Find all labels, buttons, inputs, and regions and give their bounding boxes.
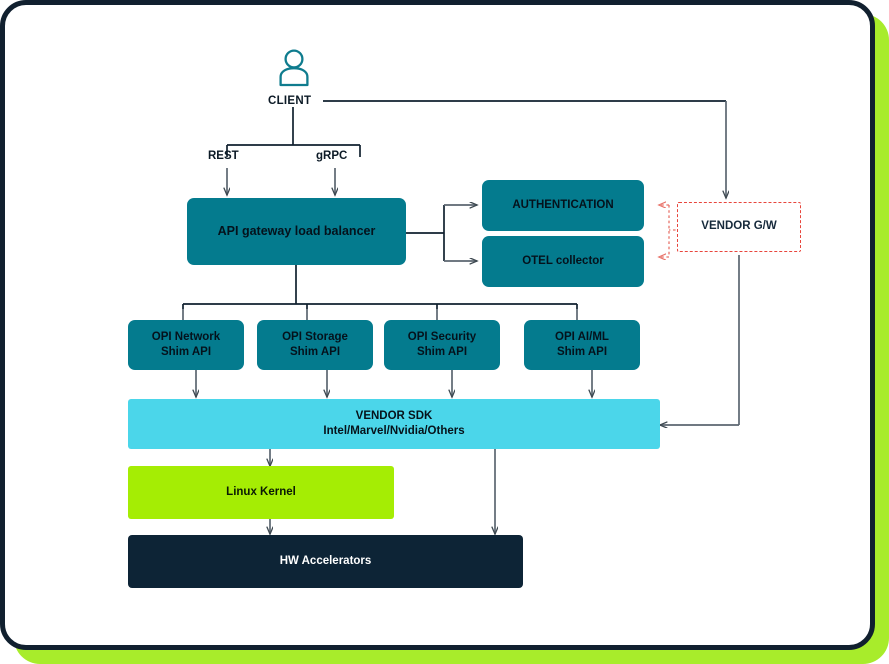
- diagram-canvas: CLIENT REST gRPC API gateway load balanc…: [5, 5, 880, 655]
- api-gateway-load-balancer-node[interactable]: API gateway load balancer: [187, 198, 406, 265]
- opi-storage-shim-api-label-line1: OPI Storage: [282, 330, 348, 343]
- hw-accelerators-label: HW Accelerators: [279, 554, 372, 567]
- hw-accelerators-node[interactable]: HW Accelerators: [128, 535, 523, 588]
- authentication-label: AUTHENTICATION: [512, 198, 614, 211]
- client-label: CLIENT: [268, 95, 312, 107]
- otel-collector-node[interactable]: OTEL collector: [482, 236, 644, 287]
- person-icon: [277, 47, 311, 87]
- opi-security-shim-api-label-line1: OPI Security: [407, 330, 477, 343]
- vendor-sdk-node[interactable]: VENDOR SDK Intel/Marvel/Nvidia/Others: [128, 399, 660, 449]
- otel-collector-label: OTEL collector: [522, 254, 604, 267]
- opi-network-shim-api-node[interactable]: OPI Network Shim API: [128, 320, 244, 370]
- opi-aiml-shim-api-label-line2: Shim API: [556, 346, 608, 358]
- protocol-label-rest: REST: [208, 150, 239, 162]
- vendor-sdk-label-line2: Intel/Marvel/Nvidia/Others: [323, 425, 465, 437]
- vendor-gw-label: VENDOR G/W: [701, 220, 777, 233]
- opi-aiml-shim-api-label-line1: OPI AI/ML: [555, 330, 609, 343]
- vendor-sdk-label-line1: VENDOR SDK: [355, 409, 433, 422]
- opi-storage-shim-api-node[interactable]: OPI Storage Shim API: [257, 320, 373, 370]
- opi-aiml-shim-api-node[interactable]: OPI AI/ML Shim API: [524, 320, 640, 370]
- linux-kernel-label: Linux Kernel: [226, 485, 296, 498]
- opi-network-shim-api-label-line2: Shim API: [160, 346, 212, 358]
- protocol-label-grpc: gRPC: [316, 150, 348, 162]
- diagram-page: CLIENT REST gRPC API gateway load balanc…: [0, 0, 889, 664]
- opi-storage-shim-api-label-line2: Shim API: [289, 346, 341, 358]
- api-gateway-label: API gateway load balancer: [217, 224, 376, 239]
- diagram-card: CLIENT REST gRPC API gateway load balanc…: [0, 0, 875, 650]
- authentication-node[interactable]: AUTHENTICATION: [482, 180, 644, 231]
- opi-security-shim-api-node[interactable]: OPI Security Shim API: [384, 320, 500, 370]
- linux-kernel-node[interactable]: Linux Kernel: [128, 466, 394, 519]
- vendor-gw-node[interactable]: VENDOR G/W: [677, 202, 801, 252]
- opi-security-shim-api-label-line2: Shim API: [416, 346, 468, 358]
- opi-network-shim-api-label-line1: OPI Network: [151, 330, 221, 343]
